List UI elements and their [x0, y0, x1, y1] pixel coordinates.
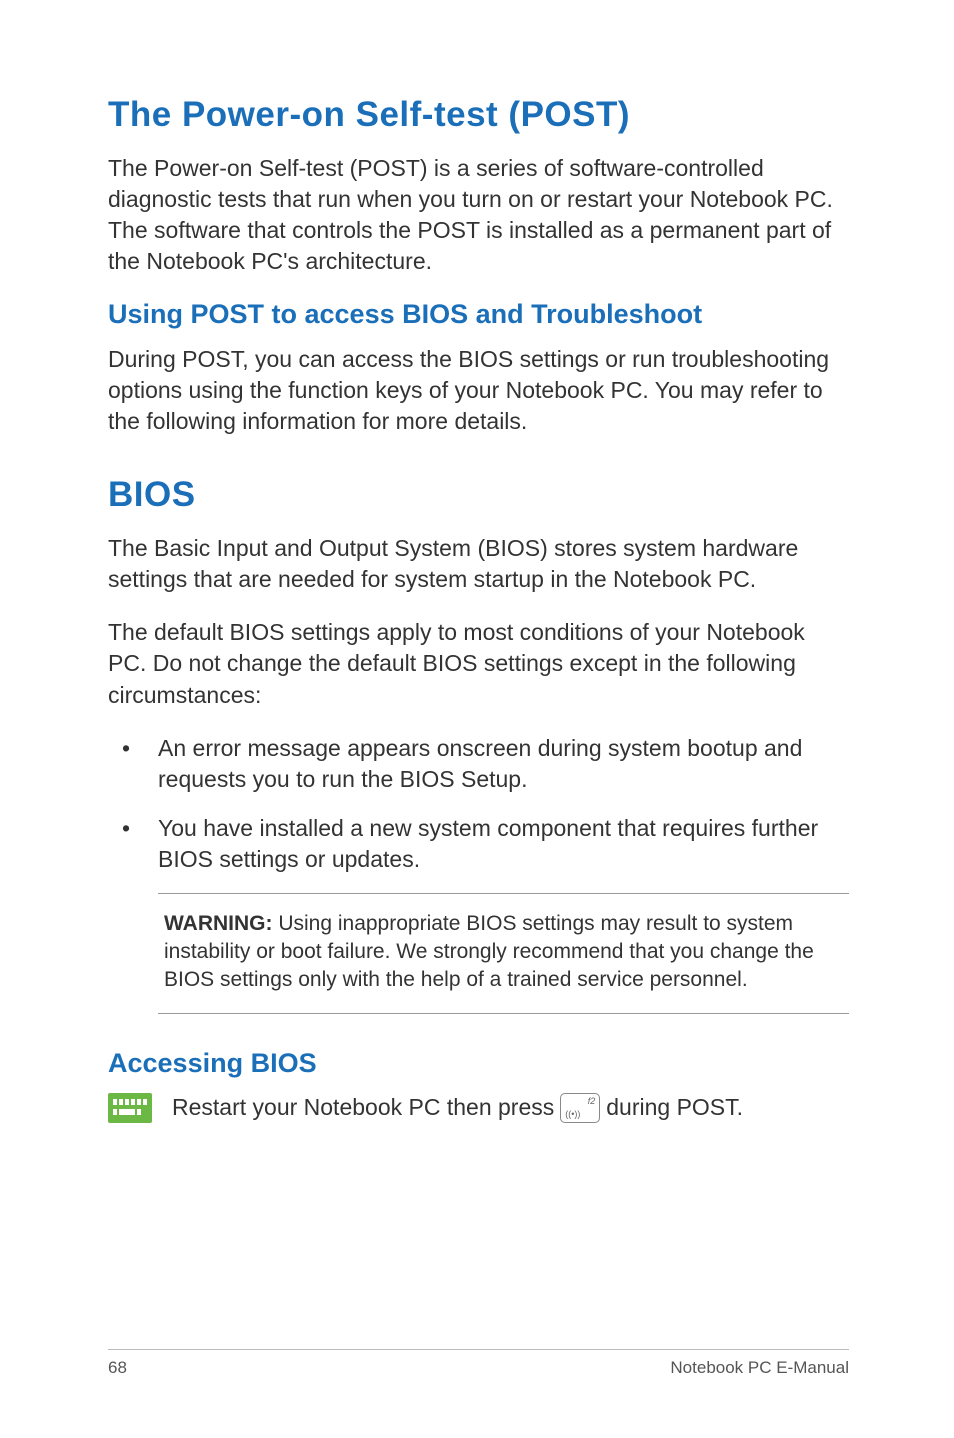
heading-accessing-bios: Accessing BIOS: [108, 1048, 849, 1079]
paragraph-using-post: During POST, you can access the BIOS set…: [108, 344, 849, 437]
page-footer: 68 Notebook PC E-Manual: [108, 1349, 849, 1378]
heading-using-post: Using POST to access BIOS and Troublesho…: [108, 299, 849, 330]
access-text-pre: Restart your Notebook PC then press: [172, 1094, 554, 1121]
paragraph-bios-default: The default BIOS settings apply to most …: [108, 617, 849, 710]
list-item: An error message appears onscreen during…: [108, 733, 849, 795]
access-text-post: during POST.: [606, 1094, 743, 1121]
access-bios-row: Restart your Notebook PC then press ((•)…: [108, 1093, 849, 1123]
f2-label: f2: [588, 1097, 596, 1106]
footer-title: Notebook PC E-Manual: [670, 1358, 849, 1378]
wifi-glyph: ((•)): [565, 1110, 580, 1119]
page-number: 68: [108, 1358, 127, 1378]
warning-box: WARNING: Using inappropriate BIOS settin…: [158, 893, 849, 1014]
heading-post: The Power-on Self-test (POST): [108, 95, 849, 135]
warning-label: WARNING:: [164, 912, 273, 935]
paragraph-post-intro: The Power-on Self-test (POST) is a serie…: [108, 153, 849, 277]
list-item: You have installed a new system componen…: [108, 813, 849, 875]
paragraph-bios-intro: The Basic Input and Output System (BIOS)…: [108, 533, 849, 595]
f2-key-icon: ((•)) f2: [560, 1093, 600, 1123]
heading-bios: BIOS: [108, 475, 849, 515]
bullet-list: An error message appears onscreen during…: [108, 733, 849, 875]
access-bios-text: Restart your Notebook PC then press ((•)…: [172, 1093, 743, 1123]
keyboard-icon: [108, 1093, 152, 1123]
warning-text: WARNING: Using inappropriate BIOS settin…: [164, 910, 843, 995]
